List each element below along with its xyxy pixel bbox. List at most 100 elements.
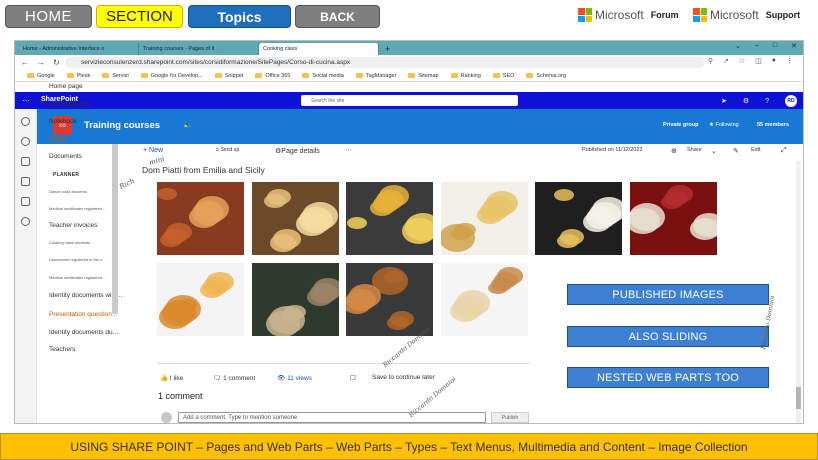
list-icon[interactable] bbox=[21, 197, 30, 206]
share-icon[interactable]: ↗ bbox=[723, 57, 729, 65]
close-icon[interactable]: ✕ bbox=[791, 42, 797, 50]
following-button[interactable]: ★ Following bbox=[709, 122, 739, 128]
like-button[interactable]: 👍 I like bbox=[160, 374, 183, 382]
bookmark-label: SEO bbox=[502, 72, 515, 79]
comments-link[interactable]: 🗨 1 comment bbox=[213, 374, 255, 382]
nav-item[interactable]: Medical certificates registered... bbox=[49, 206, 105, 211]
avatar[interactable]: RD bbox=[785, 95, 797, 107]
folder-icon bbox=[27, 73, 34, 78]
chevron-down-icon[interactable]: ⌄ bbox=[735, 42, 741, 50]
tab-training[interactable]: Training courses - Pages of it bbox=[139, 43, 259, 55]
nav-item[interactable]: Teacher invoices bbox=[49, 222, 97, 229]
reload-icon[interactable]: ↻ bbox=[53, 58, 60, 67]
nav-item[interactable]: Documents bbox=[49, 153, 82, 160]
bookmark-item[interactable]: TagManager bbox=[355, 73, 396, 79]
bookmark-item[interactable]: Sitemap bbox=[408, 73, 439, 79]
bookmark-item[interactable]: Snippet bbox=[214, 73, 243, 79]
sidebar-icon[interactable]: ◫ bbox=[755, 57, 762, 65]
gallery-photo-lasagne[interactable] bbox=[157, 182, 244, 255]
bookmark-item[interactable]: Google for Develop... bbox=[140, 73, 203, 79]
nav-item[interactable]: Conversations bbox=[49, 101, 91, 108]
bookmark-item[interactable]: Servizi bbox=[102, 73, 129, 79]
gallery-photo-pasta[interactable] bbox=[252, 263, 339, 336]
gear-icon[interactable]: ⚙ bbox=[743, 97, 749, 105]
analytics-icon[interactable]: ⊕ bbox=[671, 147, 677, 155]
nav-item[interactable]: Cooking class students bbox=[49, 240, 90, 245]
gallery-photo-soup[interactable] bbox=[535, 182, 622, 255]
publish-button[interactable]: Publish bbox=[491, 412, 529, 423]
nav-item[interactable]: Teachers bbox=[49, 346, 75, 353]
nav-item[interactable]: PLANNER bbox=[53, 172, 79, 178]
url-bar[interactable]: servizieconsulenzerd.sharepoint.com/site… bbox=[65, 57, 705, 68]
bookmark-item[interactable]: Social media bbox=[302, 73, 344, 79]
bookmark-item[interactable]: Google bbox=[27, 73, 55, 79]
page-details-button[interactable]: ⚙Page details bbox=[275, 147, 320, 155]
minimize-icon[interactable]: – bbox=[755, 42, 759, 50]
chevron-down-icon[interactable]: ⌄ bbox=[711, 147, 717, 155]
send-label: Send up bbox=[220, 147, 240, 153]
menu-icon[interactable]: ⋮ bbox=[786, 57, 793, 65]
bookmark-item[interactable]: Plesk bbox=[66, 73, 90, 79]
tab-admin[interactable]: Home - Administrative Interface o bbox=[19, 43, 139, 55]
main-scrollbar[interactable] bbox=[796, 161, 801, 423]
app-launcher-icon[interactable]: ⋯ bbox=[22, 96, 30, 105]
gallery-photo-tagliatelle[interactable] bbox=[252, 182, 339, 255]
tab-cooking[interactable]: Cooking class bbox=[259, 43, 379, 55]
gallery-photo-arancini[interactable] bbox=[157, 263, 244, 336]
nav-item[interactable]: Identity documents du... bbox=[49, 329, 118, 336]
new-tab-button[interactable]: + bbox=[385, 43, 390, 55]
back-arrow-icon[interactable]: ← bbox=[21, 58, 29, 67]
bookmark-item[interactable]: Schema.org bbox=[526, 73, 566, 79]
section-button[interactable]: SECTION bbox=[96, 5, 183, 28]
news-icon[interactable] bbox=[21, 157, 30, 166]
home-button[interactable]: HOME bbox=[5, 5, 92, 28]
nav-item[interactable]: Home page bbox=[49, 83, 83, 90]
nav-item[interactable]: Presentation question... bbox=[49, 311, 117, 318]
microsoft-forum-link[interactable]: Microsoft Forum bbox=[578, 8, 679, 22]
site-name[interactable]: Training courses bbox=[84, 120, 160, 131]
back-button[interactable]: BACK bbox=[295, 5, 380, 28]
speaker-icon[interactable]: 🔈 bbox=[183, 121, 192, 129]
gallery-photo-pastry[interactable] bbox=[441, 263, 528, 336]
expand-icon[interactable]: ⤢ bbox=[781, 147, 787, 155]
more-button[interactable]: ··· bbox=[345, 147, 352, 154]
nav-item[interactable]: Pages bbox=[49, 136, 67, 143]
edit-button[interactable]: Edit bbox=[751, 147, 760, 153]
gallery-photo-cannoli[interactable] bbox=[630, 182, 717, 255]
new-button[interactable]: + New bbox=[143, 147, 163, 154]
bookmark-item[interactable]: Office 365 bbox=[255, 73, 290, 79]
gallery-photo-pasta[interactable] bbox=[441, 182, 528, 255]
save-link[interactable]: Save to continue later bbox=[372, 374, 435, 381]
nav-item[interactable]: Medical certificates registered... bbox=[49, 275, 105, 280]
profile-icon[interactable]: ● bbox=[772, 57, 776, 65]
microsoft-support-link[interactable]: Microsoft Support bbox=[693, 8, 800, 22]
maximize-icon[interactable]: □ bbox=[773, 42, 777, 50]
send-up-button[interactable]: ➲ Send up bbox=[215, 147, 239, 153]
bookmark-icon[interactable]: ☐ bbox=[350, 374, 356, 382]
share-button[interactable]: Share bbox=[687, 147, 702, 153]
home-icon[interactable] bbox=[21, 117, 30, 126]
nav-item[interactable]: Notebook bbox=[49, 118, 77, 125]
gallery-photo-tortellini[interactable] bbox=[346, 182, 433, 255]
scrollbar-thumb[interactable] bbox=[796, 387, 801, 409]
files-icon[interactable] bbox=[21, 177, 30, 186]
bookmark-item[interactable]: Ranking bbox=[450, 73, 481, 79]
star-icon[interactable]: ☆ bbox=[739, 57, 745, 65]
globe-icon[interactable] bbox=[21, 137, 30, 146]
gallery-photo-spaghetti[interactable] bbox=[346, 263, 433, 336]
nav-scrollbar[interactable] bbox=[112, 144, 118, 314]
bookmark-item[interactable]: SEO bbox=[492, 72, 515, 79]
help-icon[interactable]: ? bbox=[765, 98, 769, 105]
microsoft-logo-icon bbox=[578, 8, 592, 22]
forward-arrow-icon[interactable]: → bbox=[37, 58, 45, 67]
nav-item[interactable]: Documents registered in the c... bbox=[49, 257, 105, 262]
megaphone-icon[interactable]: ➤ bbox=[721, 97, 727, 105]
search-icon[interactable]: ⚲ bbox=[708, 57, 713, 65]
comment-input[interactable]: Add a comment. Type to mention someone bbox=[178, 412, 486, 423]
members-button[interactable]: 55 members bbox=[757, 122, 789, 128]
create-icon[interactable] bbox=[21, 217, 30, 226]
topics-button[interactable]: Topics bbox=[188, 5, 291, 28]
nav-item[interactable]: Dance class students bbox=[49, 189, 87, 194]
site-search-input[interactable]: Search the site bbox=[301, 95, 518, 106]
pencil-icon[interactable]: ✎ bbox=[733, 147, 739, 155]
